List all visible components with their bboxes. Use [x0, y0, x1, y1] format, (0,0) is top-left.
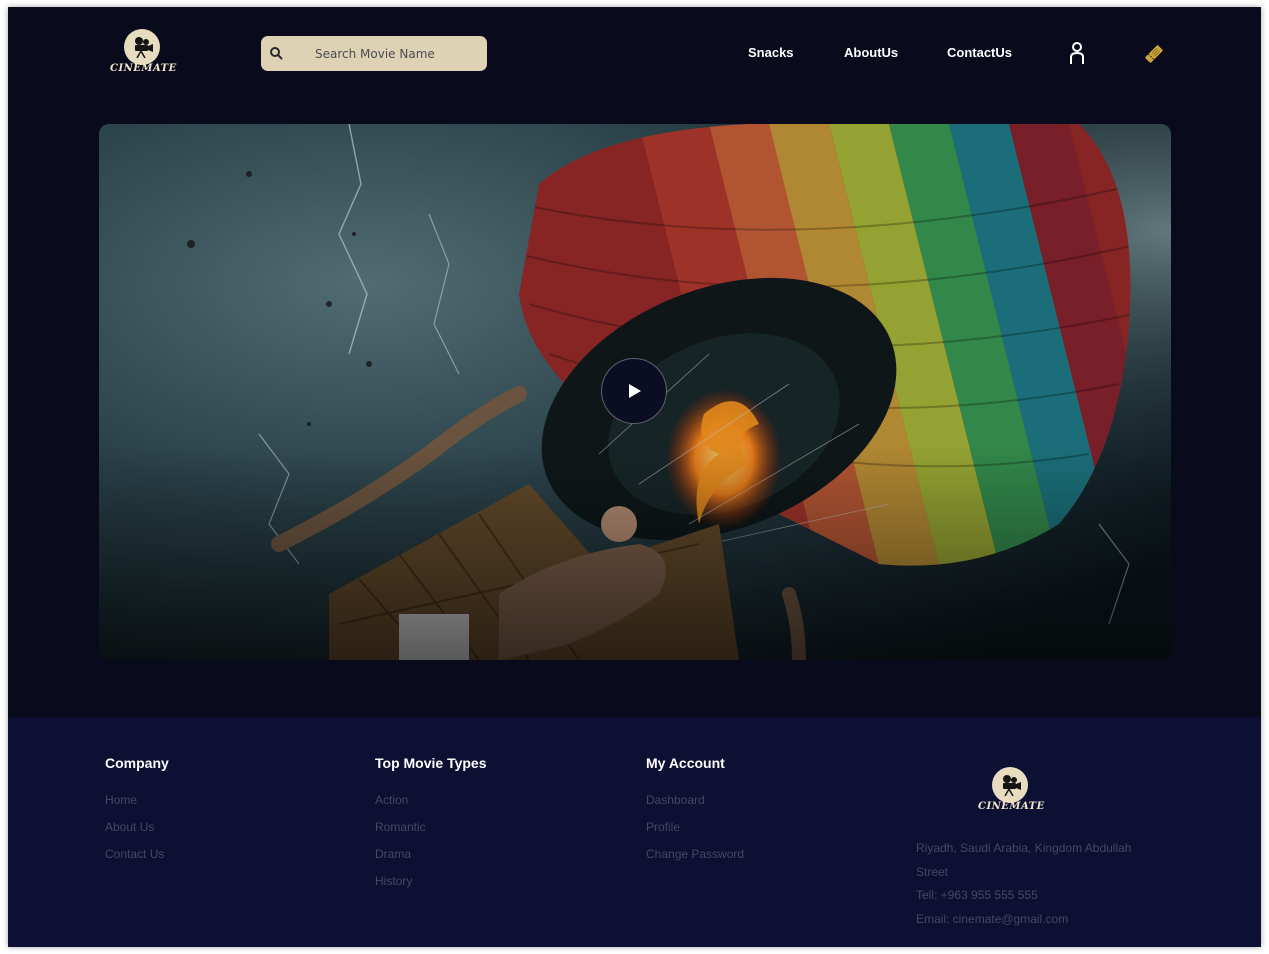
- footer-heading-company: Company: [105, 755, 169, 771]
- header-logo[interactable]: CINEMATE: [110, 29, 177, 85]
- footer-link-action[interactable]: Action: [375, 793, 408, 807]
- search-bar[interactable]: [261, 36, 487, 71]
- footer-link-change-password[interactable]: Change Password: [646, 847, 744, 861]
- address-line-2: Street: [916, 864, 949, 879]
- footer-heading-my-account: My Account: [646, 755, 725, 771]
- footer-col-top-movie-types: Top Movie Types Action Romantic Drama Hi…: [375, 755, 487, 901]
- footer-link-romantic[interactable]: Romantic: [375, 820, 426, 834]
- nav-contact-us[interactable]: ContactUs: [947, 45, 1012, 60]
- user-icon[interactable]: [1066, 41, 1088, 65]
- address-line-1: Riyadh, Saudi Arabia, Kingdom Abdullah: [916, 841, 1132, 855]
- footer-link-contact-us[interactable]: Contact Us: [105, 847, 164, 861]
- footer-col-my-account: My Account Dashboard Profile Change Pass…: [646, 755, 744, 874]
- camera-icon: [992, 767, 1028, 803]
- footer-link-dashboard[interactable]: Dashboard: [646, 793, 705, 807]
- nav-snacks[interactable]: Snacks: [748, 45, 794, 60]
- nav-about-us[interactable]: AboutUs: [844, 45, 898, 60]
- footer-link-history[interactable]: History: [375, 874, 412, 888]
- logo-wordmark: CINEMATE: [978, 801, 1045, 812]
- search-input[interactable]: [315, 44, 475, 64]
- footer-link-drama[interactable]: Drama: [375, 847, 411, 861]
- play-icon: [629, 384, 641, 398]
- footer-link-profile[interactable]: Profile: [646, 820, 680, 834]
- hero-banner: [99, 124, 1171, 660]
- email-address[interactable]: Email: cinemate@gmail.com: [916, 908, 1166, 932]
- app-frame: CINEMATE Snacks AboutUs ContactUs: [8, 7, 1261, 947]
- ticket-icon[interactable]: [1143, 43, 1165, 65]
- footer-link-home[interactable]: Home: [105, 793, 137, 807]
- contact-info: Riyadh, Saudi Arabia, Kingdom Abdullah S…: [916, 837, 1166, 931]
- footer-col-company: Company Home About Us Contact Us: [105, 755, 169, 874]
- search-icon[interactable]: [269, 46, 283, 60]
- footer-heading-top-movie-types: Top Movie Types: [375, 755, 487, 771]
- camera-icon: [124, 29, 160, 65]
- play-button[interactable]: [601, 358, 667, 424]
- footer-logo[interactable]: CINEMATE: [978, 767, 1045, 823]
- logo-wordmark: CINEMATE: [110, 63, 177, 74]
- phone-number: Tell: +963 955 555 555: [916, 888, 1038, 902]
- footer: Company Home About Us Contact Us Top Mov…: [8, 717, 1261, 947]
- footer-link-about-us[interactable]: About Us: [105, 820, 154, 834]
